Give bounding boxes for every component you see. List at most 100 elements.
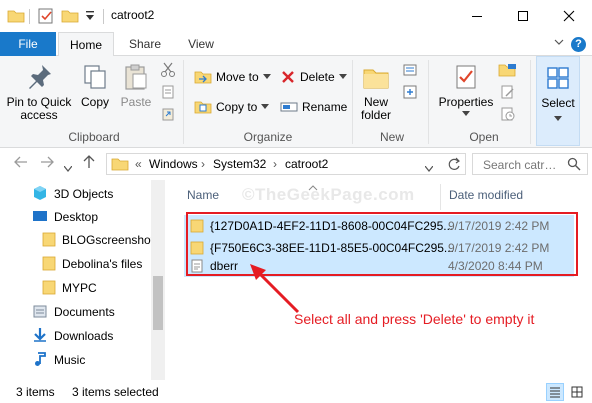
- status-bar: 3 items 3 items selected: [0, 381, 592, 403]
- forward-arrow-icon[interactable]: [40, 155, 54, 172]
- nav-item-mypc[interactable]: MYPC: [0, 277, 150, 299]
- move-to-icon: [194, 71, 212, 84]
- help-button[interactable]: ?: [571, 37, 586, 52]
- open-icon[interactable]: [498, 62, 518, 81]
- ribbon-expand-icon[interactable]: [554, 38, 564, 49]
- chevron-down-icon: [262, 74, 271, 79]
- folder-icon: [42, 231, 56, 250]
- recent-locations-icon[interactable]: [63, 159, 73, 175]
- close-button[interactable]: [546, 0, 592, 32]
- copy-to-icon: [194, 101, 212, 114]
- item-count: 3 items: [16, 385, 55, 399]
- new-folder-icon: [363, 69, 389, 89]
- search-box[interactable]: Search catr…: [472, 153, 588, 175]
- group-separator: [352, 60, 353, 144]
- address-dropdown-icon[interactable]: [424, 161, 434, 175]
- move-to-label: Move to: [216, 70, 259, 84]
- tab-view[interactable]: View: [178, 32, 224, 56]
- cut-icon[interactable]: [160, 62, 176, 81]
- rename-button[interactable]: Rename: [280, 98, 347, 116]
- new-group-label: New: [379, 130, 404, 144]
- easy-access-icon[interactable]: [402, 84, 418, 103]
- properties-quick-icon[interactable]: [37, 7, 55, 25]
- title-separator: [103, 9, 104, 24]
- nav-item-blogscreenshot[interactable]: BLOGscreenshot: [0, 229, 154, 251]
- breadcrumb-system32[interactable]: System32: [213, 157, 266, 171]
- up-arrow-icon[interactable]: [82, 155, 96, 172]
- navigation-pane: 3D Objects Desktop BLOGscreenshot Deboli…: [0, 180, 166, 380]
- nav-item-label: Music: [54, 353, 86, 367]
- copy-path-icon[interactable]: [160, 84, 176, 103]
- nav-item-desktop[interactable]: Desktop: [0, 206, 150, 228]
- rename-label: Rename: [302, 100, 348, 114]
- address-bar[interactable]: « Windows › System32 › catroot2: [106, 153, 466, 175]
- tab-home[interactable]: Home: [58, 32, 114, 57]
- select-button[interactable]: Select: [536, 56, 580, 146]
- title-bar: catroot2: [0, 0, 592, 32]
- scrollbar-thumb[interactable]: [153, 276, 163, 330]
- 3d-objects-icon: [32, 185, 48, 204]
- selected-count: 3 items selected: [72, 385, 159, 399]
- breadcrumb-windows[interactable]: Windows: [149, 157, 198, 171]
- new-folder-button[interactable]: New folder: [356, 62, 396, 122]
- watermark: ©TheGeekPage.com: [242, 185, 415, 204]
- delete-label: Delete: [300, 70, 335, 84]
- paste-button[interactable]: Paste: [116, 62, 156, 109]
- breadcrumb-overflow[interactable]: «: [135, 157, 142, 171]
- rename-icon: [280, 102, 298, 112]
- nav-item-label: MYPC: [62, 281, 97, 295]
- new-folder-quick-icon[interactable]: [61, 7, 79, 25]
- breadcrumb-catroot2[interactable]: catroot2: [285, 157, 328, 171]
- paste-shortcut-icon[interactable]: [160, 106, 176, 125]
- select-label: Select: [541, 96, 575, 110]
- move-to-button[interactable]: Move to: [194, 68, 271, 86]
- navigation-scrollbar[interactable]: [151, 180, 165, 380]
- open-group-label: Open: [469, 130, 499, 144]
- maximize-icon: [518, 11, 528, 21]
- large-icons-view-button[interactable]: [568, 383, 586, 401]
- clipboard-group-label: Clipboard: [68, 130, 120, 144]
- close-icon: [563, 10, 575, 22]
- minimize-button[interactable]: [454, 0, 500, 32]
- delete-button[interactable]: Delete: [280, 68, 347, 86]
- copy-to-button[interactable]: Copy to: [194, 98, 270, 116]
- column-separator[interactable]: [440, 184, 441, 210]
- nav-item-documents[interactable]: Documents: [0, 301, 150, 323]
- new-folder-label: New folder: [360, 95, 392, 122]
- folder-icon: [42, 255, 56, 274]
- details-view-button[interactable]: [546, 383, 564, 401]
- nav-item-music[interactable]: Music: [0, 349, 150, 371]
- details-view-icon: [550, 387, 560, 398]
- column-header-name[interactable]: Name: [187, 188, 219, 202]
- breadcrumb-chevron-icon[interactable]: ›: [201, 157, 205, 171]
- breadcrumb-chevron-icon[interactable]: ›: [273, 157, 277, 171]
- nav-item-downloads[interactable]: Downloads: [0, 325, 150, 347]
- column-header-date-modified[interactable]: Date modified: [449, 188, 523, 202]
- new-item-icon[interactable]: [402, 62, 418, 81]
- nav-item-3d-objects[interactable]: 3D Objects: [0, 183, 150, 205]
- music-icon: [32, 351, 48, 370]
- search-icon[interactable]: [567, 157, 581, 174]
- properties-button[interactable]: Properties: [438, 62, 494, 117]
- history-icon[interactable]: [500, 106, 516, 125]
- back-arrow-icon[interactable]: [14, 155, 28, 172]
- ribbon: Pin to Quick access Copy Paste Clipboard…: [0, 56, 592, 148]
- folder-icon: [111, 156, 129, 175]
- annotation-text: Select all and press 'Delete' to empty i…: [294, 311, 535, 327]
- properties-icon: [456, 65, 476, 89]
- tab-share[interactable]: Share: [120, 32, 170, 56]
- nav-item-label: Debolina's files: [62, 257, 143, 271]
- copy-button[interactable]: Copy: [76, 62, 114, 109]
- chevron-down-icon: [338, 74, 347, 79]
- refresh-icon[interactable]: [447, 157, 461, 174]
- address-row: « Windows › System32 › catroot2 Search c…: [0, 149, 592, 179]
- customize-quick-access-icon[interactable]: [84, 9, 102, 27]
- ribbon-tab-strip: File Home Share View ?: [0, 32, 592, 57]
- maximize-button[interactable]: [500, 0, 546, 32]
- edit-icon[interactable]: [500, 84, 516, 103]
- tab-file[interactable]: File: [0, 32, 56, 56]
- pin-to-quick-access-button[interactable]: Pin to Quick access: [4, 62, 74, 122]
- nav-item-debolinas-files[interactable]: Debolina's files: [0, 253, 150, 275]
- large-icons-view-icon: [571, 386, 583, 398]
- folder-app-icon: [7, 7, 25, 25]
